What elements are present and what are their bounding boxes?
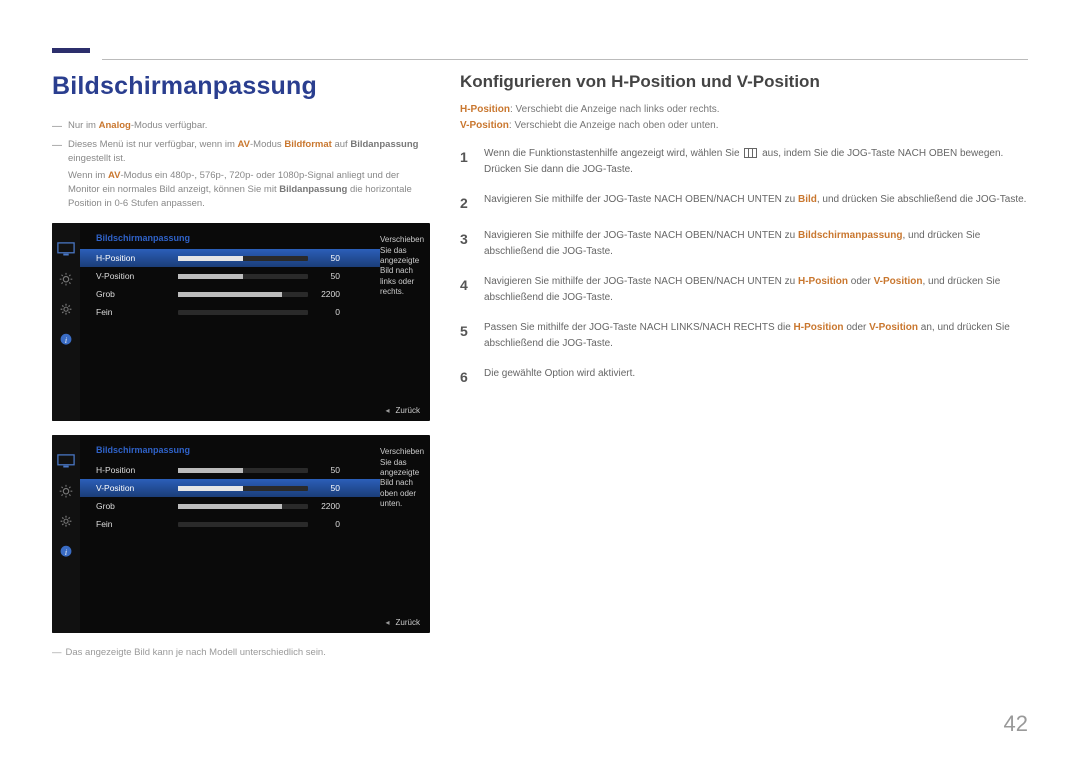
osd-back-label: Zurück [386,618,420,627]
step-item: 4Navigieren Sie mithilfe der JOG-Taste N… [460,274,1028,306]
monitor-icon [57,453,75,469]
step-number: 2 [460,192,484,214]
subsection-heading: Konfigurieren von H-Position und V-Posit… [460,72,1028,92]
osd-row-value: 2200 [308,501,348,511]
osd-row: Grob 2200 [80,285,380,303]
menu-icon [744,148,757,158]
osd-row-label: V-Position [96,271,178,281]
osd-screenshot-vposition: i Bildschirmanpassung H-Position50V-Posi… [52,435,430,633]
osd-row-label: V-Position [96,483,178,493]
brightness-icon [57,483,75,499]
osd-row-label: H-Position [96,465,178,475]
step-text: Wenn die Funktionstastenhilfe angezeigt … [484,146,1028,178]
dash-icon: ― [52,119,62,134]
osd-row-value: 50 [308,483,348,493]
osd-row: H-Position 50 [80,461,380,479]
note-av: Dieses Menü ist nur verfügbar, wenn im A… [68,138,430,211]
svg-text:i: i [65,548,67,557]
osd-row-value: 0 [308,519,348,529]
brightness-icon [57,271,75,287]
osd-slider [178,468,308,473]
osd-row-label: Fein [96,307,178,317]
info-icon: i [57,543,75,559]
step-text: Passen Sie mithilfe der JOG-Taste NACH L… [484,320,1028,352]
osd-slider [178,310,308,315]
osd-row-label: Grob [96,501,178,511]
osd-title: Bildschirmanpassung [80,435,380,461]
osd-slider [178,486,308,491]
osd-row-label: H-Position [96,253,178,263]
osd-row-label: Fein [96,519,178,529]
step-number: 4 [460,274,484,306]
step-item: 6Die gewählte Option wird aktiviert. [460,366,1028,388]
osd-title: Bildschirmanpassung [80,223,380,249]
osd-row: Fein 0 [80,303,380,321]
osd-row: V-Position 50 [80,479,380,497]
step-text: Navigieren Sie mithilfe der JOG-Taste NA… [484,228,1028,260]
step-item: 1Wenn die Funktionstastenhilfe angezeigt… [460,146,1028,178]
osd-help-text: Verschieben Sie das angezeigte Bild nach… [380,235,430,297]
step-number: 6 [460,366,484,388]
dash-icon: ― [52,138,62,211]
gear-icon [57,513,75,529]
osd-row: H-Position 50 [80,249,380,267]
osd-row-value: 50 [308,271,348,281]
osd-row: Grob 2200 [80,497,380,515]
step-text: Die gewählte Option wird aktiviert. [484,366,1028,388]
step-item: 3Navigieren Sie mithilfe der JOG-Taste N… [460,228,1028,260]
osd-slider [178,274,308,279]
footnote: ―Das angezeigte Bild kann je nach Modell… [52,647,430,658]
osd-back-label: Zurück [386,406,420,415]
definitions: H-Position: Verschiebt die Anzeige nach … [460,102,1028,134]
osd-row-label: Grob [96,289,178,299]
step-number: 1 [460,146,484,178]
osd-row-value: 50 [308,253,348,263]
osd-help-text: Verschieben Sie das angezeigte Bild nach… [380,447,430,509]
page-number: 42 [1004,711,1028,737]
step-text: Navigieren Sie mithilfe der JOG-Taste NA… [484,192,1028,214]
step-number: 3 [460,228,484,260]
steps-list: 1Wenn die Funktionstastenhilfe angezeigt… [460,146,1028,389]
osd-row-value: 50 [308,465,348,475]
osd-slider [178,522,308,527]
osd-slider [178,256,308,261]
osd-row: Fein 0 [80,515,380,533]
osd-slider [178,292,308,297]
info-icon: i [57,331,75,347]
header-accent [52,48,90,53]
osd-slider [178,504,308,509]
svg-text:i: i [65,336,67,345]
step-text: Navigieren Sie mithilfe der JOG-Taste NA… [484,274,1028,306]
notes-block: ― Nur im Analog-Modus verfügbar. ― Diese… [52,119,430,211]
step-number: 5 [460,320,484,352]
step-item: 2Navigieren Sie mithilfe der JOG-Taste N… [460,192,1028,214]
osd-row-value: 0 [308,307,348,317]
step-item: 5Passen Sie mithilfe der JOG-Taste NACH … [460,320,1028,352]
osd-screenshot-hposition: i Bildschirmanpassung H-Position50V-Posi… [52,223,430,421]
osd-row-value: 2200 [308,289,348,299]
monitor-icon [57,241,75,257]
osd-row: V-Position 50 [80,267,380,285]
note-analog: Nur im Analog-Modus verfügbar. [68,119,430,134]
section-heading: Bildschirmanpassung [52,72,430,101]
gear-icon [57,301,75,317]
header-rule [102,59,1028,60]
